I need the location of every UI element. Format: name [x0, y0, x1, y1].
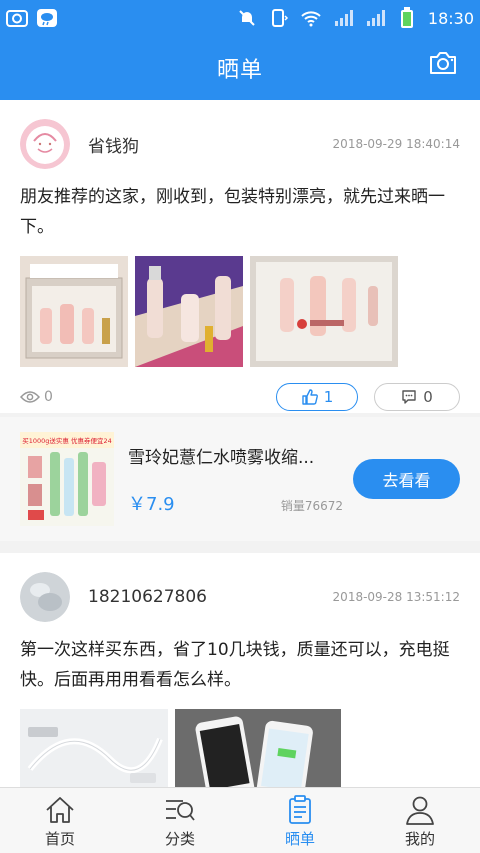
avatar[interactable] [20, 572, 70, 622]
post-photo[interactable] [20, 256, 128, 367]
username[interactable]: 省钱狗 [88, 132, 139, 157]
username[interactable]: 18210627806 [88, 587, 207, 607]
tab-category[interactable]: 分类 [120, 788, 240, 853]
photo-grid [20, 709, 460, 787]
tab-home-label: 首页 [44, 830, 75, 848]
post-card[interactable]: 18210627806 2018-09-28 13:51:12 第一次这样买东西… [0, 553, 480, 787]
user-icon [406, 796, 434, 825]
post-photo[interactable] [175, 709, 341, 787]
thumbs-up-icon [302, 389, 318, 405]
comment-count: 0 [423, 388, 433, 406]
post-timestamp: 2018-09-29 18:40:14 [332, 137, 460, 151]
comment-button[interactable]: 0 [374, 383, 460, 411]
page-title: 晒单 [216, 58, 263, 83]
signal-icon [332, 8, 354, 28]
bottom-tab-bar: 首页 分类 晒单 我的 [0, 787, 480, 853]
tab-mine[interactable]: 我的 [360, 788, 480, 853]
post-photo[interactable] [20, 709, 168, 787]
view-product-button[interactable]: 去看看 [353, 459, 460, 499]
app-header: 晒单 [0, 36, 480, 100]
camera-icon[interactable] [428, 50, 458, 76]
post-feed[interactable]: 省钱狗 2018-09-29 18:40:14 朋友推荐的这家，刚收到，包装特别… [0, 100, 480, 787]
tab-category-label: 分类 [164, 830, 195, 848]
tab-mine-label: 我的 [404, 830, 435, 848]
home-icon [46, 797, 74, 823]
eye-icon [20, 391, 40, 403]
mute-icon [236, 8, 258, 28]
product-card[interactable]: 买1000g送实惠 优惠券便宜24 雪玲妃薏仁水喷雾收缩... ￥7.9 销量7… [0, 417, 480, 541]
status-bar: 18:30 [0, 0, 480, 36]
post-card[interactable]: 省钱狗 2018-09-29 18:40:14 朋友推荐的这家，刚收到，包装特别… [0, 100, 480, 413]
screenshot-icon [6, 8, 28, 28]
wifi-icon [300, 8, 322, 28]
product-thumbnail[interactable]: 买1000g送实惠 优惠券便宜24 [20, 432, 114, 526]
post-photo[interactable] [250, 256, 398, 367]
comment-icon [402, 390, 416, 404]
status-time: 18:30 [427, 8, 474, 28]
show-order-icon [289, 795, 311, 824]
weather-icon [36, 8, 58, 28]
phone-vibrate-icon [268, 8, 290, 28]
battery-icon [396, 7, 418, 28]
avatar[interactable] [20, 119, 70, 169]
photo-grid [20, 256, 460, 367]
tab-home[interactable]: 首页 [0, 788, 120, 853]
product-thumb-text: 买1000g送实惠 优惠券便宜24 [22, 436, 112, 445]
category-search-icon [166, 800, 195, 821]
tab-show-order[interactable]: 晒单 [240, 788, 360, 853]
view-count-value: 0 [44, 389, 53, 405]
post-photo[interactable] [135, 256, 243, 367]
signal-2-icon [364, 8, 386, 28]
like-button[interactable]: 1 [276, 383, 358, 411]
product-sales: 销量76672 [280, 498, 343, 513]
post-timestamp: 2018-09-28 13:51:12 [332, 590, 460, 604]
product-title[interactable]: 雪玲妃薏仁水喷雾收缩... [128, 443, 328, 468]
product-price: ￥7.9 [128, 493, 175, 515]
post-text: 第一次这样买东西，省了10几块钱，质量还可以，充电挺快。后面再用用看看怎么样。 [20, 640, 450, 690]
tab-show-order-label: 晒单 [284, 830, 315, 848]
post-text: 朋友推荐的这家，刚收到，包装特别漂亮，就先过来晒一下。 [20, 187, 445, 237]
like-count: 1 [323, 388, 334, 406]
view-count: 0 [20, 389, 53, 405]
